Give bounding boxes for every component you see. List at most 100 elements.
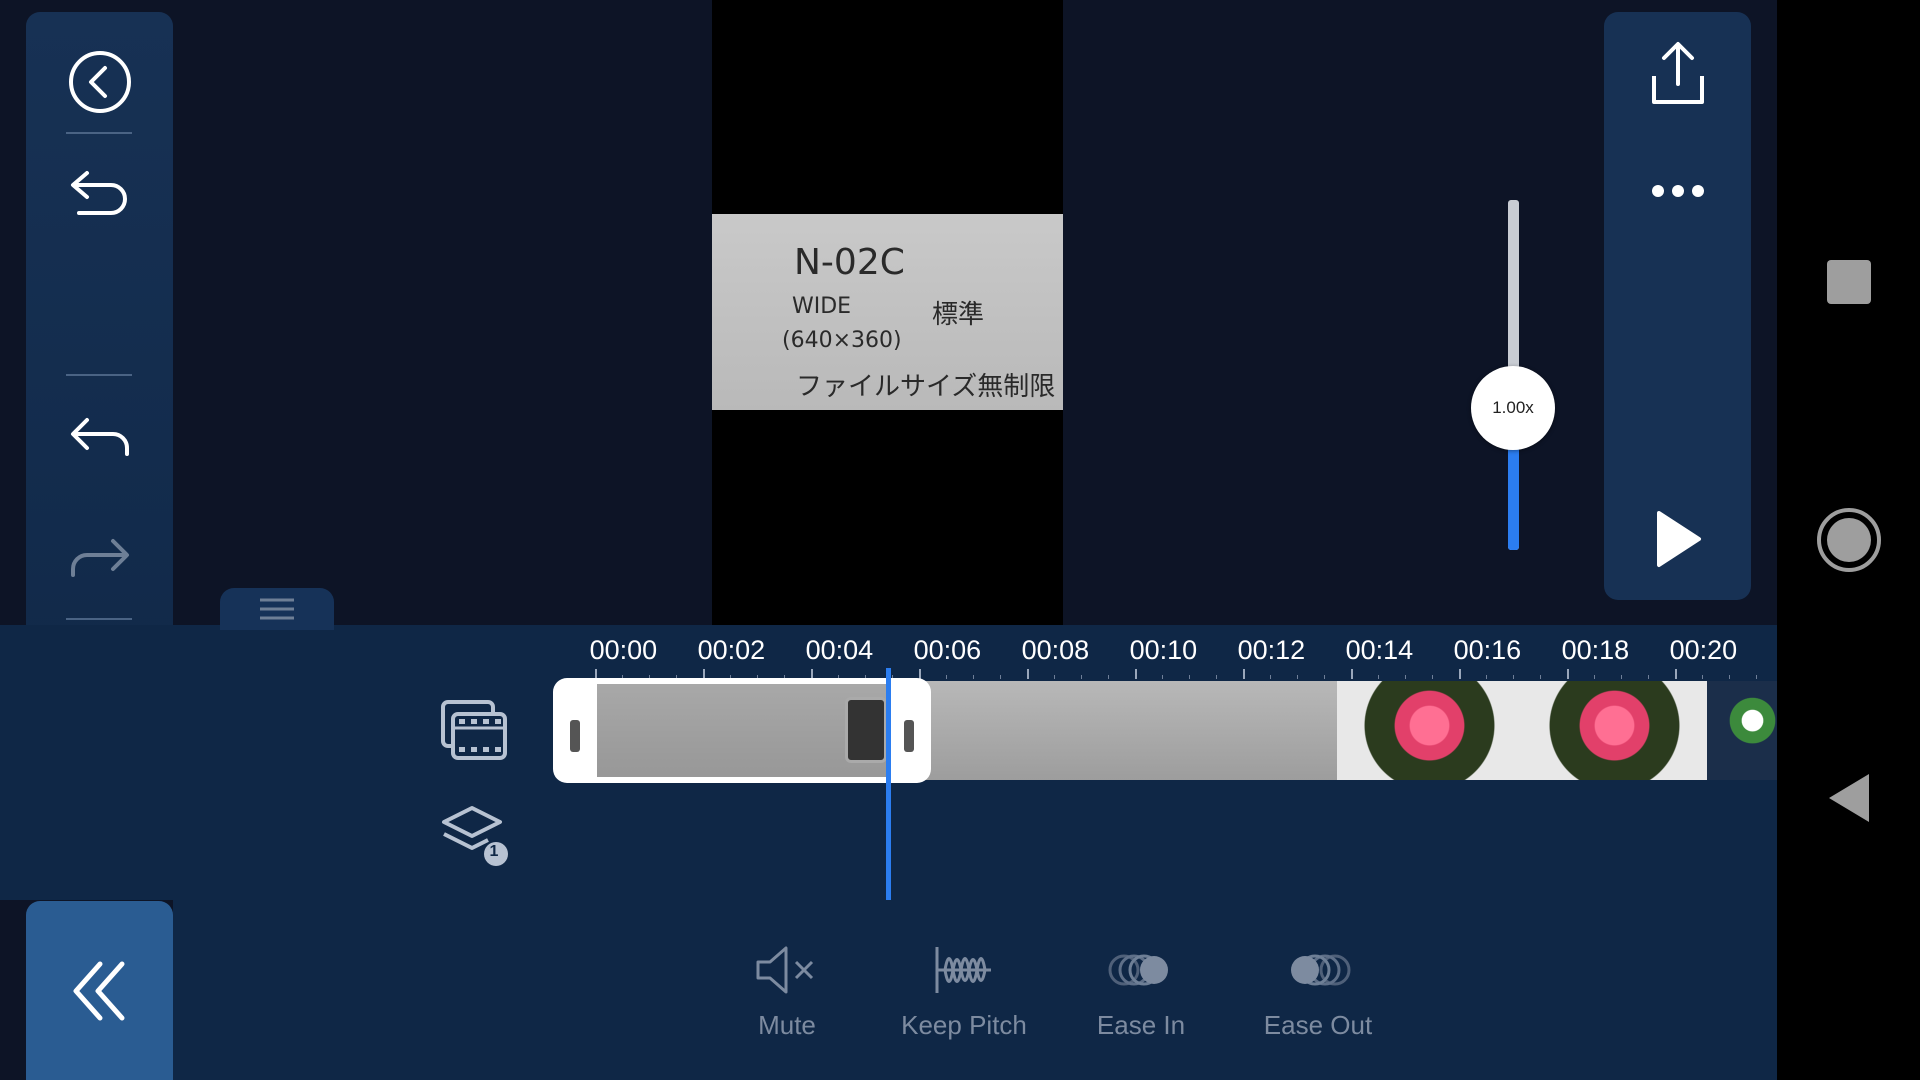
timeline-tick-minor	[1216, 675, 1217, 679]
timeline-tick-minor	[1594, 675, 1595, 679]
separator	[66, 374, 132, 376]
ease-out-label: Ease Out	[1263, 1010, 1373, 1040]
video-editor-screen: N-02C WIDE 標準 (640×360) ファイルサイズ無制限 1.00x	[0, 0, 1920, 1080]
timeline-tick-minor	[1000, 675, 1001, 679]
more-horizontal-icon	[1651, 185, 1704, 197]
timeline-tick-major	[1351, 669, 1353, 679]
playhead[interactable]	[886, 668, 891, 900]
mute-label: Mute	[758, 1010, 816, 1040]
double-chevron-left-icon	[73, 961, 124, 1020]
back-button[interactable]	[26, 42, 173, 122]
layers-icon	[442, 806, 508, 866]
more-options-button[interactable]	[1604, 146, 1751, 236]
triangle-back-icon	[1828, 774, 1869, 822]
note-line-5: ファイルサイズ無制限	[796, 372, 1056, 402]
step-forward-button[interactable]	[26, 518, 173, 598]
timeline-tick-minor	[1621, 675, 1622, 679]
timeline-tick-minor	[1189, 675, 1190, 679]
separator	[66, 618, 132, 620]
timeline-tick-minor	[1702, 675, 1703, 679]
layers-button[interactable]: 1	[436, 800, 512, 872]
timeline-tick-label: 00:10	[1129, 635, 1198, 665]
back-nav-button[interactable]	[1777, 770, 1920, 826]
home-button[interactable]	[1777, 502, 1920, 578]
video-frame: N-02C WIDE 標準 (640×360) ファイルサイズ無制限	[712, 214, 1063, 410]
timeline-drag-handle[interactable]	[220, 588, 334, 630]
speed-slider-fill	[1508, 445, 1519, 550]
split-handle[interactable]	[845, 697, 887, 763]
clip-options-toolbar: Mute Keep Pitch Ease In Ease Out	[173, 900, 1777, 1080]
timeline-tick-minor	[1081, 675, 1082, 679]
clip-thumbnail	[1152, 681, 1337, 780]
ease-out-icon	[1291, 954, 1351, 986]
mute-button[interactable]: Mute	[707, 940, 867, 1060]
timeline-tick-minor	[1108, 675, 1109, 679]
timeline-tick-major	[1459, 669, 1461, 679]
video-track-button[interactable]	[436, 696, 512, 766]
timeline-tick-major	[1027, 669, 1029, 679]
ease-in-button[interactable]: Ease In	[1061, 940, 1221, 1060]
chevron-left-circle-icon	[68, 51, 131, 113]
play-button[interactable]	[1604, 494, 1751, 584]
timeline-tick-label: 00:18	[1561, 635, 1630, 665]
note-line-1: N-02C	[794, 242, 905, 283]
ease-in-label: Ease In	[1096, 1010, 1186, 1040]
step-back-button[interactable]	[26, 397, 173, 477]
timeline-tick-minor	[1297, 675, 1298, 679]
trim-handle-right[interactable]	[904, 720, 914, 752]
ease-in-icon	[1108, 954, 1168, 986]
timeline-tick-minor	[1432, 675, 1433, 679]
timeline-tick-minor	[1054, 675, 1055, 679]
timeline-tick-label: 00:12	[1237, 635, 1306, 665]
timeline-tick-minor	[1729, 675, 1730, 679]
share-upload-icon	[1651, 42, 1704, 104]
menu-icon	[260, 598, 294, 620]
timeline-tick-major	[1567, 669, 1569, 679]
timeline-tick-minor	[1540, 675, 1541, 679]
timeline-tick-minor	[1513, 675, 1514, 679]
collapse-panel-button[interactable]	[26, 901, 173, 1080]
note-line-4: (640×360)	[782, 328, 902, 353]
timeline-tick-label: 00:20	[1669, 635, 1738, 665]
timeline-tick-label: 00:04	[805, 635, 874, 665]
timeline-tick-major	[1243, 669, 1245, 679]
timeline-tick-minor	[973, 675, 974, 679]
keep-pitch-label: Keep Pitch	[901, 1010, 1027, 1040]
clip-thumbnail	[1522, 681, 1707, 780]
clip-thumbnail	[967, 681, 1152, 780]
timeline-tick-minor	[1648, 675, 1649, 679]
timeline-tick-label: 00:16	[1453, 635, 1522, 665]
timeline-tick-label: 00:14	[1345, 635, 1414, 665]
keep-pitch-button[interactable]: Keep Pitch	[884, 940, 1044, 1060]
timeline-tick-minor	[1486, 675, 1487, 679]
timeline-tick-minor	[1378, 675, 1379, 679]
note-line-2: WIDE	[792, 294, 852, 319]
home-circle-icon	[1816, 508, 1881, 572]
undo-icon	[70, 171, 127, 215]
timeline-tick-label: 00:06	[913, 635, 982, 665]
timeline-tick-minor	[1405, 675, 1406, 679]
export-button[interactable]	[1604, 28, 1751, 118]
speed-slider-knob[interactable]: 1.00x	[1471, 366, 1555, 450]
timeline-ruler[interactable]: 00:00 00:02 00:04 00:06 00:08 00:10 00:12 00:14…	[590, 631, 1777, 679]
timeline-tick-label: 00:00	[589, 635, 658, 665]
square-icon	[1826, 260, 1871, 304]
ease-out-button[interactable]: Ease Out	[1238, 940, 1398, 1060]
separator	[66, 132, 132, 134]
trim-handle-left[interactable]	[570, 720, 580, 752]
clip-thumbnail	[1337, 681, 1522, 780]
note-line-3: 標準	[932, 300, 985, 330]
android-navigation-bar	[1777, 0, 1920, 1080]
timeline-tick-minor	[1162, 675, 1163, 679]
timeline-tick-major	[1675, 669, 1677, 679]
right-toolbar	[1604, 12, 1751, 600]
timeline-tick-minor	[1270, 675, 1271, 679]
arrow-forward-icon	[70, 539, 129, 577]
timeline-tick-minor	[946, 675, 947, 679]
timeline-tick-label: 00:02	[697, 635, 766, 665]
speaker-mute-icon	[756, 946, 814, 994]
waveform-icon	[935, 947, 991, 993]
recent-apps-button[interactable]	[1777, 250, 1920, 314]
timeline-tick-major	[1135, 669, 1137, 679]
undo-button[interactable]	[26, 155, 173, 235]
